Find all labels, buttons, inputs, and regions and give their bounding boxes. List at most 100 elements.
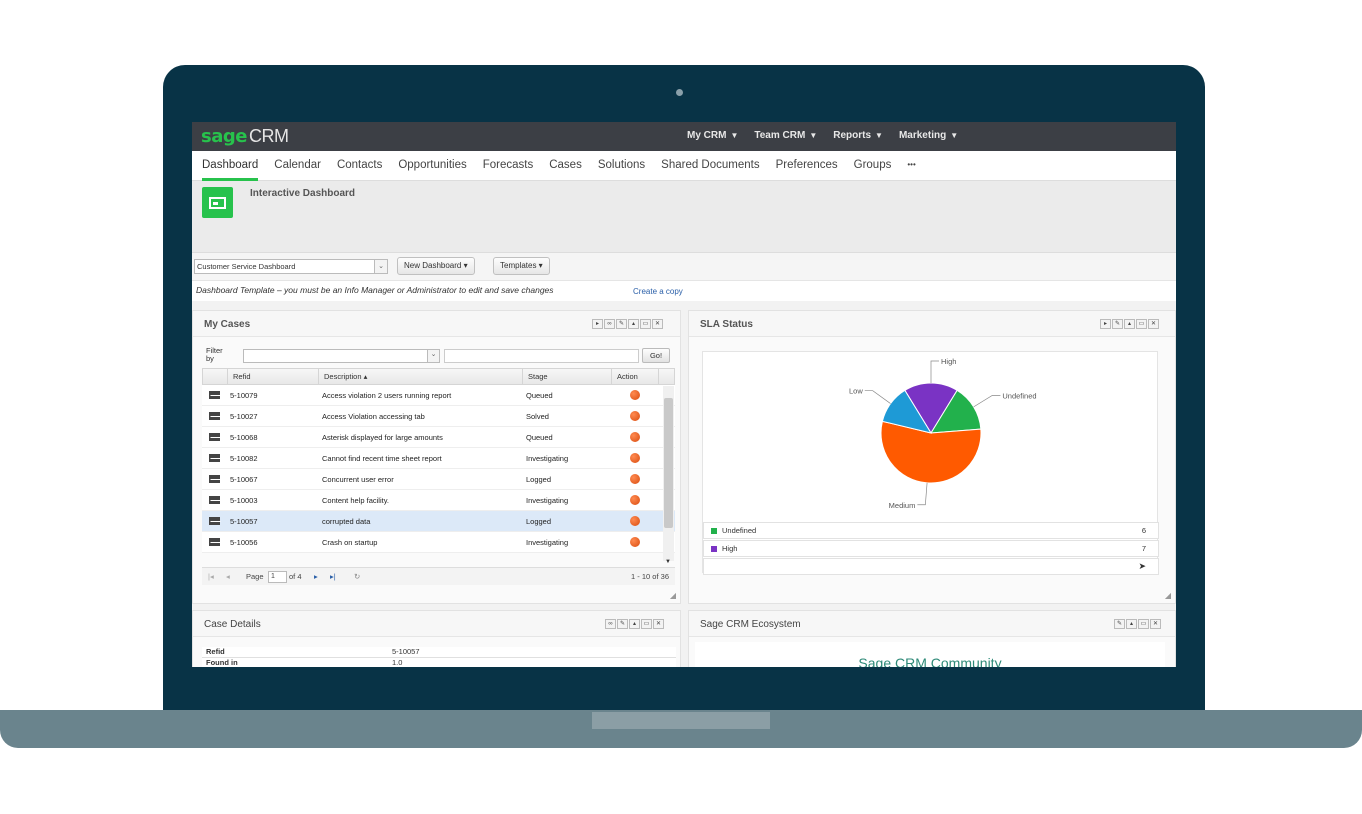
legend-item[interactable]: High 7 xyxy=(703,540,1159,557)
action-icon[interactable] xyxy=(629,537,640,547)
cell-refid[interactable]: 5-10057 xyxy=(227,517,318,526)
table-row[interactable]: 5-10067 Concurrent user error Logged xyxy=(202,469,675,490)
edit-icon[interactable]: ✎ xyxy=(616,319,627,329)
table-row[interactable]: 5-10082 Cannot find recent time sheet rep… xyxy=(202,448,675,469)
tab-groups[interactable]: Groups xyxy=(854,151,892,181)
mail-icon xyxy=(209,496,221,504)
more-tabs-icon[interactable]: ••• xyxy=(907,151,915,181)
close-icon[interactable]: ✕ xyxy=(653,619,664,629)
resize-handle-icon[interactable]: ◢ xyxy=(1165,591,1171,600)
col-action[interactable]: Action xyxy=(612,369,659,384)
next-page-icon[interactable]: ▸ xyxy=(314,568,318,585)
cell-refid[interactable]: 5-10003 xyxy=(227,496,318,505)
link-icon[interactable]: ∞ xyxy=(605,619,616,629)
legend-item[interactable]: Undefined 6 xyxy=(703,522,1159,539)
action-icon[interactable] xyxy=(629,411,640,421)
dashboard-select[interactable]: Customer Service Dashboard ⌄ xyxy=(194,259,388,274)
templates-button[interactable]: Templates ▾ xyxy=(493,257,550,275)
cell-refid[interactable]: 5-10056 xyxy=(227,538,318,547)
menu-reports[interactable]: Reports ▼ xyxy=(833,130,883,141)
filter-input[interactable] xyxy=(444,349,639,363)
cell-refid[interactable]: 5-10067 xyxy=(227,475,318,484)
table-scrollbar[interactable]: ▼ xyxy=(663,386,674,565)
close-icon[interactable]: ✕ xyxy=(1148,319,1159,329)
action-icon[interactable] xyxy=(629,495,640,505)
legend-value: 6 xyxy=(1141,526,1146,535)
tab-preferences[interactable]: Preferences xyxy=(776,151,838,181)
table-row[interactable]: 5-10003 Content help facility. Investigati… xyxy=(202,490,675,511)
cell-stage: Investigating xyxy=(526,495,569,505)
go-button[interactable]: Go! xyxy=(642,348,670,363)
cell-description[interactable]: Concurrent user error xyxy=(318,475,522,484)
collapse-icon[interactable]: ▴ xyxy=(628,319,639,329)
create-copy-link[interactable]: Create a copy xyxy=(633,287,683,296)
edit-icon[interactable]: ✎ xyxy=(617,619,628,629)
tab-calendar[interactable]: Calendar xyxy=(274,151,321,181)
tab-opportunities[interactable]: Opportunities xyxy=(398,151,466,181)
cell-description[interactable]: corrupted data xyxy=(318,517,522,526)
chevron-down-icon[interactable]: ⌄ xyxy=(427,350,439,362)
collapse-icon[interactable]: ▴ xyxy=(1124,319,1135,329)
maximize-icon[interactable]: ▭ xyxy=(1138,619,1149,629)
play-icon[interactable]: ▸ xyxy=(592,319,603,329)
edit-icon[interactable]: ✎ xyxy=(1114,619,1125,629)
menu-my-crm[interactable]: My CRM ▼ xyxy=(687,130,738,141)
col-refid[interactable]: Refid xyxy=(228,369,319,384)
last-page-icon[interactable]: ▸| xyxy=(330,568,336,585)
page-input[interactable]: 1 xyxy=(268,571,287,583)
cell-description[interactable]: Access Violation accessing tab xyxy=(318,412,522,421)
action-icon[interactable] xyxy=(629,432,640,442)
cell-description[interactable]: Crash on startup xyxy=(318,538,522,547)
menu-team-crm[interactable]: Team CRM ▼ xyxy=(754,130,817,141)
action-icon[interactable] xyxy=(629,516,640,526)
chevron-down-icon[interactable]: ⌄ xyxy=(374,260,387,273)
legend-next-icon[interactable]: ➤ xyxy=(1138,559,1146,574)
sage-crm-logo[interactable]: sage CRM xyxy=(201,126,289,147)
scrollbar-thumb[interactable] xyxy=(664,398,673,528)
action-icon[interactable] xyxy=(629,453,640,463)
close-icon[interactable]: ✕ xyxy=(1150,619,1161,629)
table-row[interactable]: 5-10057 corrupted data Logged xyxy=(202,511,675,532)
edit-icon[interactable]: ✎ xyxy=(1112,319,1123,329)
col-stage[interactable]: Stage xyxy=(523,369,612,384)
link-icon[interactable]: ∞ xyxy=(604,319,615,329)
col-description[interactable]: Description ▴ xyxy=(319,369,523,384)
table-row[interactable]: 5-10068 Asterisk displayed for large amou… xyxy=(202,427,675,448)
table-row[interactable]: 5-10056 Crash on startup Investigating xyxy=(202,532,675,553)
action-icon[interactable] xyxy=(629,390,640,400)
play-icon[interactable]: ▸ xyxy=(1100,319,1111,329)
resize-handle-icon[interactable]: ◢ xyxy=(670,591,676,600)
refresh-icon[interactable]: ↻ xyxy=(354,568,360,585)
cell-refid[interactable]: 5-10082 xyxy=(227,454,318,463)
maximize-icon[interactable]: ▭ xyxy=(641,619,652,629)
collapse-icon[interactable]: ▴ xyxy=(629,619,640,629)
filter-select[interactable]: ⌄ xyxy=(243,349,440,363)
cell-refid[interactable]: 5-10079 xyxy=(227,391,318,400)
cell-refid[interactable]: 5-10027 xyxy=(227,412,318,421)
tab-contacts[interactable]: Contacts xyxy=(337,151,382,181)
first-page-icon[interactable]: |◂ xyxy=(208,568,214,585)
tab-shared-documents[interactable]: Shared Documents xyxy=(661,151,759,181)
page-range: 1 - 10 of 36 xyxy=(631,572,669,581)
cell-description[interactable]: Content help facility. xyxy=(318,496,522,505)
ecosystem-heading[interactable]: Sage CRM Community xyxy=(695,655,1165,667)
tab-cases[interactable]: Cases xyxy=(549,151,582,181)
scroll-down-icon[interactable]: ▼ xyxy=(665,559,671,565)
cell-refid[interactable]: 5-10068 xyxy=(227,433,318,442)
maximize-icon[interactable]: ▭ xyxy=(640,319,651,329)
collapse-icon[interactable]: ▴ xyxy=(1126,619,1137,629)
tab-dashboard[interactable]: Dashboard xyxy=(202,151,259,181)
cell-description[interactable]: Asterisk displayed for large amounts xyxy=(318,433,522,442)
tab-solutions[interactable]: Solutions xyxy=(598,151,645,181)
prev-page-icon[interactable]: ◂ xyxy=(226,568,230,585)
cell-description[interactable]: Access violation 2 users running report xyxy=(318,391,522,400)
tab-forecasts[interactable]: Forecasts xyxy=(483,151,534,181)
close-icon[interactable]: ✕ xyxy=(652,319,663,329)
cell-description[interactable]: Cannot find recent time sheet report xyxy=(318,454,522,463)
table-row[interactable]: 5-10079 Access violation 2 users running … xyxy=(202,385,675,406)
menu-marketing[interactable]: Marketing ▼ xyxy=(899,130,958,141)
action-icon[interactable] xyxy=(629,474,640,484)
table-row[interactable]: 5-10027 Access Violation accessing tab Sol… xyxy=(202,406,675,427)
new-dashboard-button[interactable]: New Dashboard ▾ xyxy=(397,257,475,275)
maximize-icon[interactable]: ▭ xyxy=(1136,319,1147,329)
